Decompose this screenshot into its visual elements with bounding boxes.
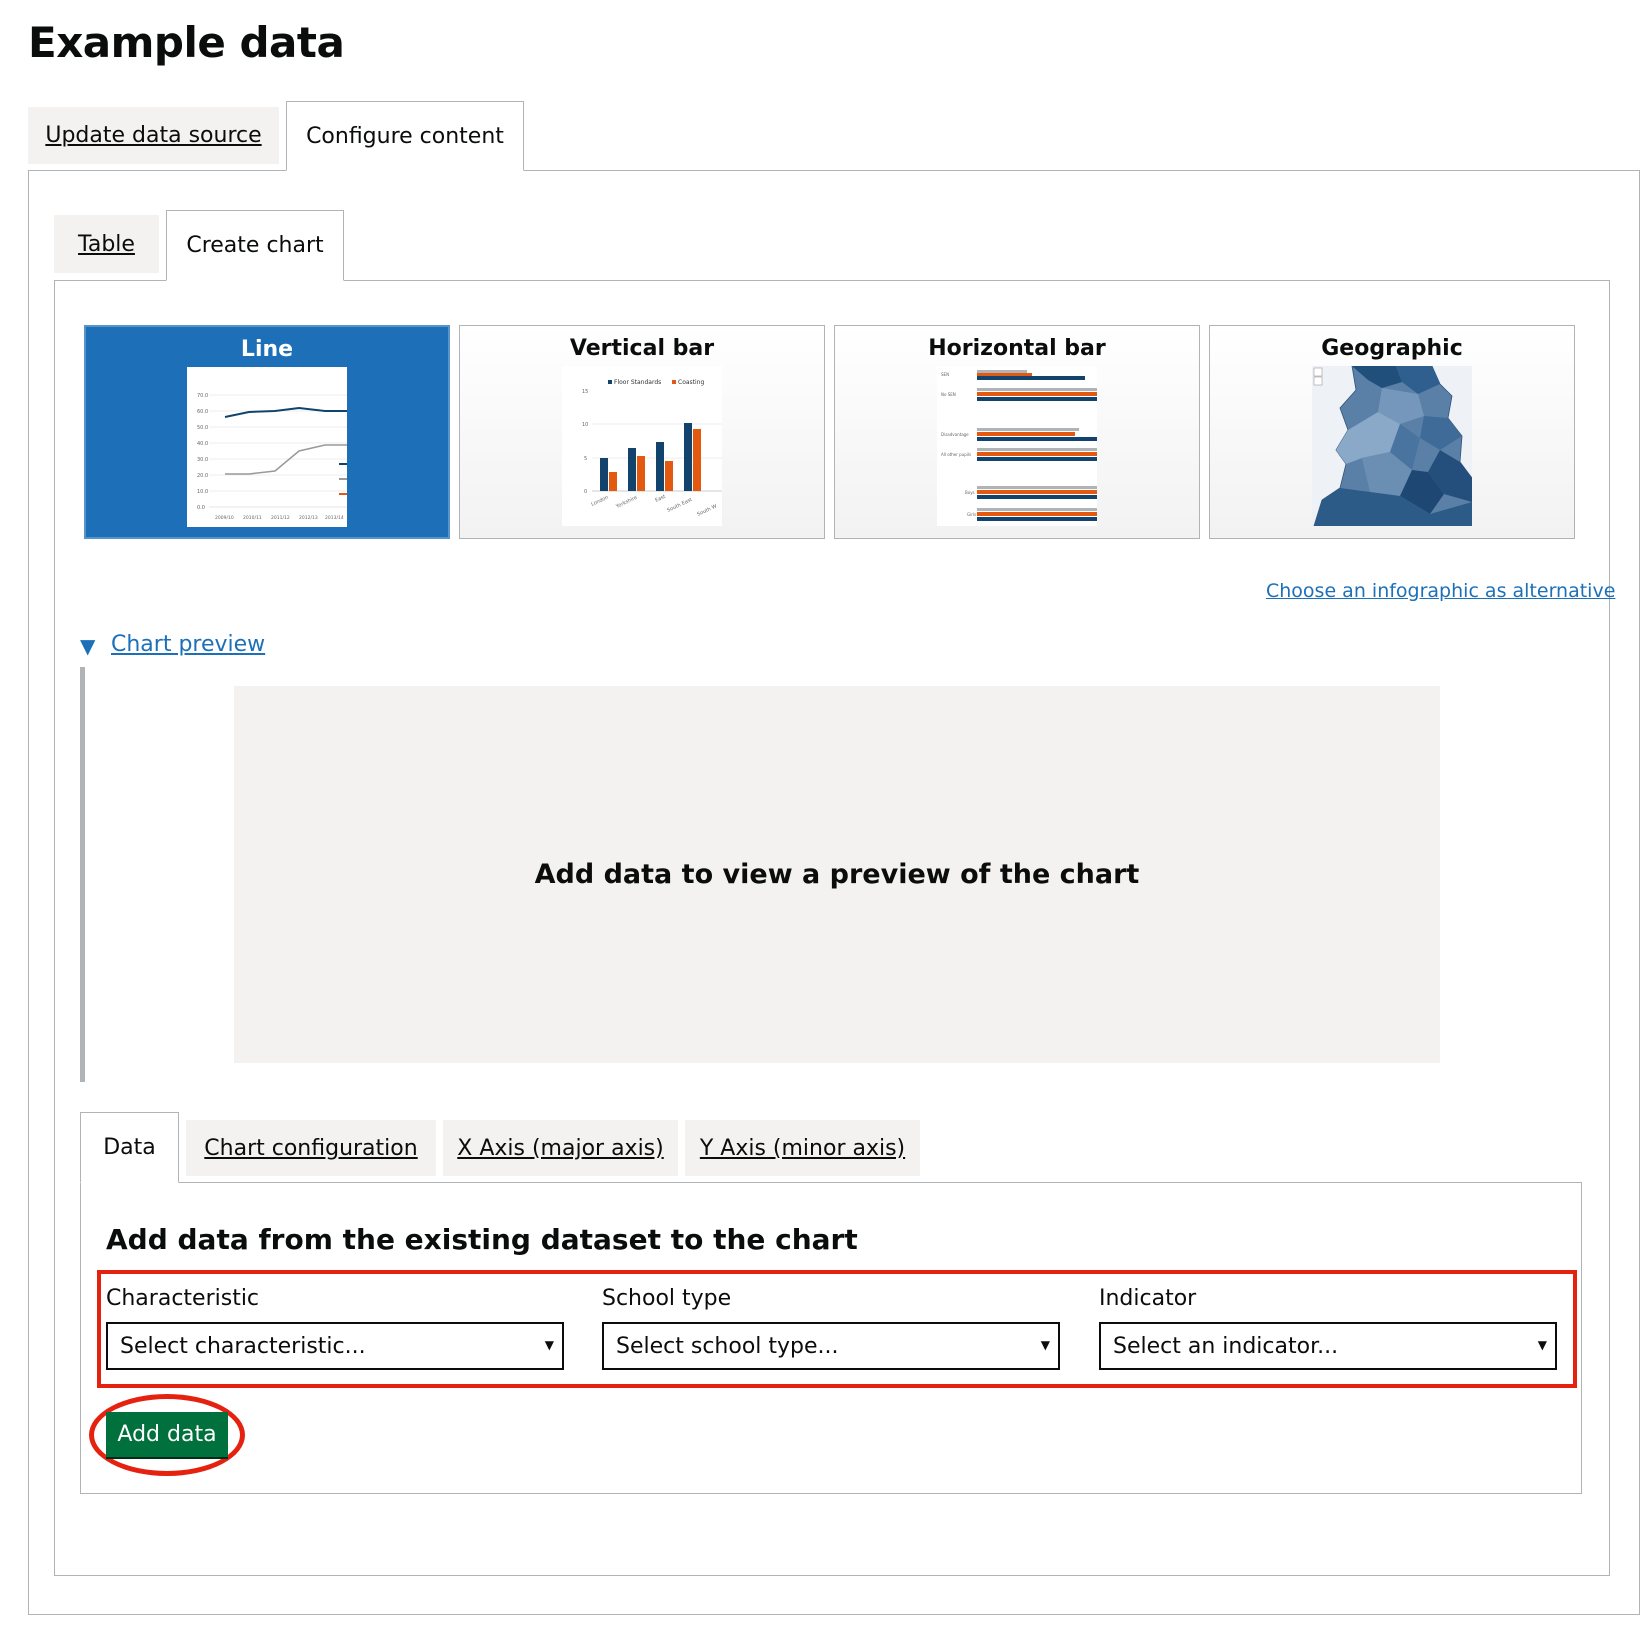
legend-item: Floor Standards — [614, 379, 661, 386]
characteristic-select-value: Select characteristic... — [120, 1333, 366, 1359]
tab-create-chart[interactable]: Create chart — [166, 210, 344, 281]
chart-type-label: Vertical bar — [569, 336, 715, 361]
chart-type-label: Horizontal bar — [928, 336, 1106, 361]
y-tick: 10 — [582, 422, 588, 428]
tab-chart-configuration[interactable]: Chart configuration — [186, 1120, 436, 1176]
x-tick: London — [590, 495, 609, 508]
x-tick: South W — [696, 503, 718, 517]
chart-type-geographic[interactable]: Geographic — [1209, 325, 1575, 539]
vertical-bar-thumbnail: Floor Standards Coasting 15 10 5 0 Londo… — [562, 366, 722, 526]
indicator-label: Indicator — [1099, 1286, 1197, 1311]
school-type-label: School type — [602, 1286, 732, 1311]
y-tick: 0.0 — [197, 505, 205, 511]
add-data-heading: Add data from the existing dataset to th… — [106, 1223, 858, 1256]
school-type-select-value: Select school type... — [616, 1333, 839, 1359]
characteristic-select[interactable]: Select characteristic... ▼ — [106, 1322, 564, 1370]
x-tick: 2011/12 — [271, 515, 290, 521]
y-tick: All other pupils — [941, 452, 971, 457]
indicator-select[interactable]: Select an indicator... ▼ — [1099, 1322, 1557, 1370]
preview-left-border — [80, 667, 85, 1082]
dropdown-arrow-icon: ▼ — [1040, 1338, 1050, 1352]
y-tick: 10.0 — [197, 489, 208, 495]
characteristic-label: Characteristic — [106, 1286, 260, 1311]
y-tick: 70.0 — [197, 393, 208, 399]
chart-preview-toggle[interactable]: Chart preview — [111, 632, 265, 657]
y-tick: 5 — [584, 456, 587, 462]
chart-preview-area: Add data to view a preview of the chart — [234, 686, 1440, 1063]
chart-type-vertical-bar[interactable]: Vertical bar Floor Standards Coasting 15… — [459, 325, 825, 539]
choose-infographic-link[interactable]: Choose an infographic as alternative — [1266, 580, 1615, 602]
tab-table[interactable]: Table — [54, 215, 159, 273]
y-tick: 0 — [584, 489, 587, 495]
y-tick: Boys — [965, 490, 975, 495]
tab-configure-content[interactable]: Configure content — [286, 101, 524, 171]
x-tick: 2012/13 — [299, 515, 318, 521]
tab-data[interactable]: Data — [80, 1112, 179, 1183]
x-tick: 2009/10 — [215, 515, 234, 521]
x-tick: East — [654, 494, 666, 504]
legend-item: Coasting — [678, 379, 704, 386]
horizontal-bar-thumbnail: SEN No SEN Disadvantage All other pupils… — [937, 366, 1097, 526]
x-tick: 2010/11 — [243, 515, 262, 521]
chart-type-horizontal-bar[interactable]: Horizontal bar SEN No SEN Disadvantage A… — [834, 325, 1200, 539]
y-tick: 15 — [582, 389, 588, 395]
y-tick: 40.0 — [197, 441, 208, 447]
dropdown-arrow-icon: ▼ — [1537, 1338, 1547, 1352]
chart-type-label: Geographic — [1321, 336, 1463, 361]
y-tick: Disadvantage — [941, 432, 969, 437]
y-tick: 20.0 — [197, 473, 208, 479]
x-tick: Yorkshire — [614, 495, 638, 510]
indicator-select-value: Select an indicator... — [1113, 1333, 1339, 1359]
line-chart-thumbnail: 70.0 60.0 50.0 40.0 30.0 20.0 10.0 0.0 2… — [187, 367, 347, 527]
y-tick: SEN — [941, 372, 949, 377]
x-tick: South East — [666, 497, 693, 514]
triangle-down-icon[interactable]: ▼ — [80, 634, 95, 658]
school-type-select[interactable]: Select school type... ▼ — [602, 1322, 1060, 1370]
y-tick: 60.0 — [197, 409, 208, 415]
y-tick: 50.0 — [197, 425, 208, 431]
preview-placeholder-text: Add data to view a preview of the chart — [534, 859, 1140, 890]
tab-update-data-source[interactable]: Update data source — [28, 107, 279, 164]
page-title: Example data — [28, 18, 345, 67]
x-tick: 2013/14 — [325, 515, 344, 521]
y-tick: No SEN — [941, 392, 956, 397]
y-tick: 30.0 — [197, 457, 208, 463]
dropdown-arrow-icon: ▼ — [544, 1338, 554, 1352]
map-thumbnail — [1312, 366, 1472, 526]
chart-type-line[interactable]: Line 70.0 60.0 50.0 40.0 30.0 20.0 10.0 … — [84, 325, 450, 539]
y-tick: Girls — [967, 512, 976, 517]
chart-type-label: Line — [240, 337, 294, 362]
tab-x-axis[interactable]: X Axis (major axis) — [443, 1120, 678, 1176]
tab-y-axis[interactable]: Y Axis (minor axis) — [685, 1120, 920, 1176]
add-data-button[interactable]: Add data — [106, 1412, 228, 1457]
